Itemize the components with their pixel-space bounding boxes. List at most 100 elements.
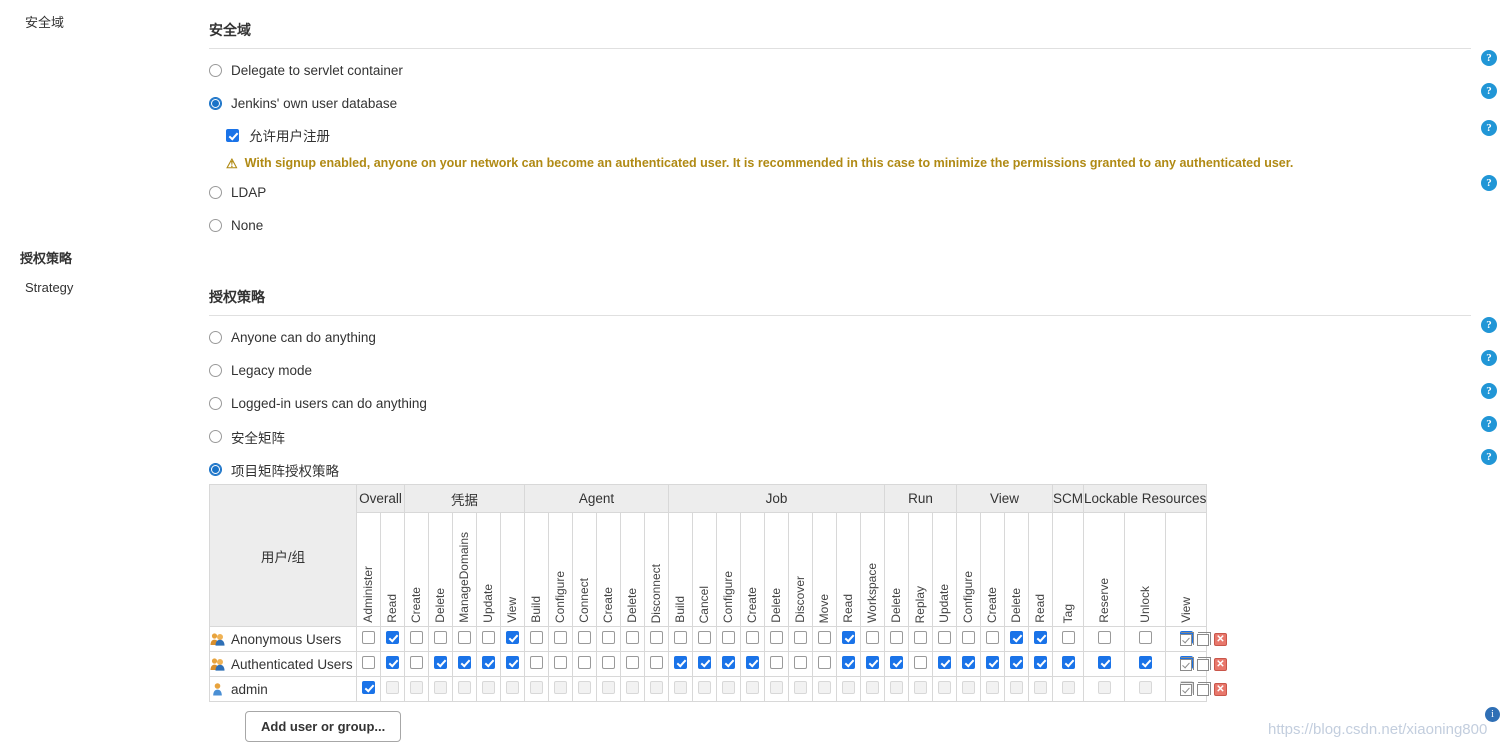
matrix-permission-cell[interactable] (620, 651, 645, 677)
permission-checkbox[interactable] (890, 656, 903, 669)
copy-icon[interactable] (1197, 681, 1211, 696)
permission-checkbox[interactable] (938, 656, 951, 669)
matrix-permission-cell[interactable] (716, 651, 741, 677)
radio-delegate-to-servlet-container[interactable]: Delegate to servlet container (209, 54, 1471, 87)
matrix-permission-cell[interactable] (980, 651, 1005, 677)
radio-ldap[interactable]: LDAP (209, 176, 1471, 209)
delete-icon[interactable]: ✕ (1214, 633, 1227, 646)
help-icon-delegate-servlet[interactable]: ? (1481, 50, 1497, 66)
matrix-permission-cell[interactable] (524, 626, 549, 652)
permission-checkbox[interactable] (626, 656, 639, 669)
radio-logged-in-users-can-do-anything[interactable]: Logged-in users can do anything (209, 387, 1471, 420)
radio-indicator[interactable] (209, 397, 222, 410)
permission-checkbox[interactable] (986, 631, 999, 644)
matrix-permission-cell[interactable] (836, 626, 861, 652)
select-all-icon[interactable] (1180, 631, 1194, 646)
permission-checkbox[interactable] (458, 631, 471, 644)
matrix-permission-cell[interactable] (764, 626, 789, 652)
permission-checkbox[interactable] (842, 631, 855, 644)
matrix-permission-cell[interactable] (428, 626, 453, 652)
matrix-permission-cell[interactable] (404, 651, 429, 677)
add-user-or-group-button[interactable]: Add user or group... (245, 711, 402, 742)
radio-jenkins-own-user-database[interactable]: Jenkins' own user database (209, 87, 1471, 120)
matrix-permission-cell[interactable] (1124, 626, 1167, 652)
radio-anyone-can-do-anything[interactable]: Anyone can do anything (209, 321, 1471, 354)
help-icon-ldap[interactable]: ? (1481, 175, 1497, 191)
permission-checkbox[interactable] (434, 656, 447, 669)
select-all-icon[interactable] (1180, 656, 1194, 671)
radio-indicator[interactable] (209, 364, 222, 377)
permission-checkbox[interactable] (434, 631, 447, 644)
matrix-permission-cell[interactable] (740, 651, 765, 677)
permission-checkbox[interactable] (362, 631, 375, 644)
radio-indicator[interactable] (209, 430, 222, 443)
permission-checkbox[interactable] (770, 631, 783, 644)
permission-checkbox[interactable] (818, 631, 831, 644)
permission-checkbox[interactable] (1010, 631, 1023, 644)
permission-checkbox[interactable] (602, 656, 615, 669)
permission-checkbox[interactable] (794, 656, 807, 669)
matrix-permission-cell[interactable] (500, 626, 525, 652)
permission-checkbox[interactable] (890, 631, 903, 644)
matrix-permission-cell[interactable] (908, 651, 933, 677)
matrix-permission-cell[interactable] (1052, 626, 1084, 652)
matrix-permission-cell[interactable] (620, 626, 645, 652)
matrix-permission-cell[interactable] (1004, 626, 1029, 652)
matrix-permission-cell[interactable] (1082, 626, 1126, 652)
radio-indicator[interactable] (209, 64, 222, 77)
permission-checkbox[interactable] (674, 631, 687, 644)
permission-checkbox[interactable] (986, 656, 999, 669)
permission-checkbox[interactable] (1061, 631, 1075, 644)
help-icon-legacy[interactable]: ? (1481, 350, 1497, 366)
permission-checkbox[interactable] (482, 656, 495, 669)
permission-checkbox[interactable] (866, 631, 879, 644)
delete-icon[interactable]: ✕ (1214, 658, 1227, 671)
permission-checkbox[interactable] (1138, 631, 1152, 644)
matrix-permission-cell[interactable] (524, 651, 549, 677)
permission-checkbox[interactable] (626, 631, 639, 644)
matrix-permission-cell[interactable] (860, 651, 885, 677)
matrix-permission-cell[interactable] (476, 626, 501, 652)
help-icon-security-matrix[interactable]: ? (1481, 416, 1497, 432)
radio-indicator[interactable] (209, 463, 222, 476)
matrix-permission-cell[interactable] (884, 651, 909, 677)
permission-checkbox[interactable] (482, 631, 495, 644)
copy-icon[interactable] (1197, 656, 1211, 671)
radio-legacy-mode[interactable]: Legacy mode (209, 354, 1471, 387)
permission-checkbox[interactable] (818, 656, 831, 669)
permission-checkbox[interactable] (1034, 656, 1047, 669)
permission-checkbox[interactable] (1097, 631, 1111, 644)
matrix-permission-cell[interactable] (452, 626, 477, 652)
matrix-permission-cell[interactable] (668, 651, 693, 677)
permission-checkbox[interactable] (554, 656, 567, 669)
radio-project-matrix-authorization-strategy[interactable]: 项目矩阵授权策略 (209, 453, 1471, 486)
matrix-permission-cell[interactable] (860, 626, 885, 652)
matrix-permission-cell[interactable] (500, 651, 525, 677)
radio-indicator[interactable] (209, 97, 222, 110)
radio-indicator[interactable] (209, 331, 222, 344)
radio-indicator[interactable] (209, 186, 222, 199)
radio-security-matrix[interactable]: 安全矩阵 (209, 420, 1471, 453)
permission-checkbox[interactable] (914, 631, 927, 644)
permission-checkbox[interactable] (674, 656, 687, 669)
permission-checkbox[interactable] (842, 656, 855, 669)
allow-signup-checkbox[interactable] (226, 128, 239, 142)
delete-icon[interactable]: ✕ (1214, 683, 1227, 696)
permission-checkbox[interactable] (458, 656, 471, 669)
permission-checkbox[interactable] (914, 656, 927, 669)
matrix-permission-cell[interactable] (356, 651, 381, 677)
matrix-permission-cell[interactable] (1028, 626, 1053, 652)
matrix-permission-cell[interactable] (572, 651, 597, 677)
permission-checkbox[interactable] (410, 656, 423, 669)
permission-checkbox[interactable] (578, 631, 591, 644)
permission-checkbox[interactable] (530, 631, 543, 644)
matrix-permission-cell[interactable] (668, 626, 693, 652)
matrix-permission-cell[interactable] (812, 626, 837, 652)
matrix-permission-cell[interactable] (932, 626, 957, 652)
permission-checkbox[interactable] (1138, 656, 1152, 669)
permission-checkbox[interactable] (650, 631, 663, 644)
matrix-permission-cell[interactable] (1004, 651, 1029, 677)
matrix-permission-cell[interactable] (548, 626, 573, 652)
matrix-permission-cell[interactable] (548, 651, 573, 677)
matrix-permission-cell[interactable] (644, 626, 669, 652)
